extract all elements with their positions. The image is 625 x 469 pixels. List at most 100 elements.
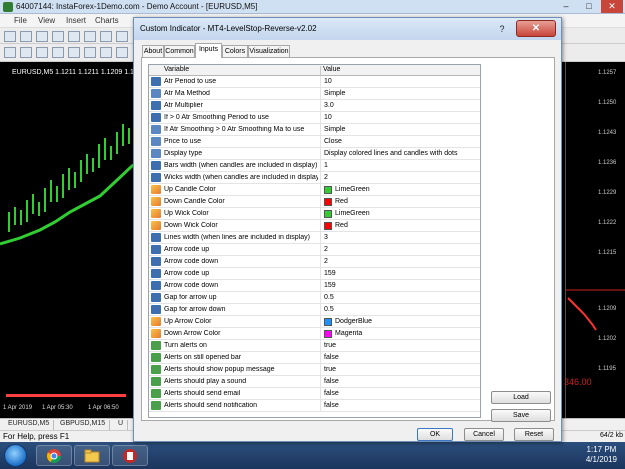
minimize-icon[interactable]: – — [555, 0, 577, 13]
start-button[interactable] — [4, 444, 27, 467]
table-row[interactable]: Up Arrow Color DodgerBlue — [149, 316, 480, 328]
value-cell[interactable]: Red — [320, 220, 480, 231]
table-row[interactable]: Alerts should send notification false — [149, 400, 480, 412]
menu-charts[interactable]: Charts — [95, 16, 119, 25]
crosshair-icon[interactable] — [20, 47, 32, 58]
trendline-icon[interactable] — [68, 47, 80, 58]
value-cell[interactable]: Red — [320, 196, 480, 207]
tab-inputs[interactable]: Inputs — [195, 43, 222, 58]
value-cell[interactable]: 159 — [320, 280, 480, 291]
value-cell[interactable]: 0.5 — [320, 292, 480, 303]
fibonacci-icon[interactable] — [100, 47, 112, 58]
value-cell[interactable]: 2 — [320, 244, 480, 255]
value-cell[interactable]: false — [320, 388, 480, 399]
value-cell[interactable]: Magenta — [320, 328, 480, 339]
tab-common[interactable]: Common — [164, 45, 195, 57]
load-button[interactable]: Load — [491, 391, 551, 404]
table-row[interactable]: Alerts should send email false — [149, 388, 480, 400]
taskbar-metatrader[interactable] — [112, 445, 148, 466]
navigator-icon[interactable] — [68, 31, 80, 42]
table-row[interactable]: Bars width (when candles are included in… — [149, 160, 480, 172]
help-icon[interactable]: ? — [491, 22, 513, 36]
value-cell[interactable]: 1 — [320, 160, 480, 171]
cancel-button[interactable]: Cancel — [464, 428, 504, 441]
value-cell[interactable]: LimeGreen — [320, 208, 480, 219]
data-window-icon[interactable] — [52, 31, 64, 42]
table-row[interactable]: Gap for arrow up 0.5 — [149, 292, 480, 304]
column-header-value[interactable]: Value — [323, 66, 340, 73]
value-cell[interactable]: 3 — [320, 232, 480, 243]
table-row[interactable]: Up Wick Color LimeGreen — [149, 208, 480, 220]
value-cell[interactable]: 2 — [320, 256, 480, 267]
value-cell[interactable]: false — [320, 352, 480, 363]
system-clock[interactable]: 1:17 PM 4/1/2019 — [586, 445, 617, 465]
tab-colors[interactable]: Colors — [222, 45, 248, 57]
table-row[interactable]: Atr Period to use 10 — [149, 76, 480, 88]
dialog-close-button[interactable]: ✕ — [516, 20, 556, 37]
table-row[interactable]: Price to use Close — [149, 136, 480, 148]
value-cell[interactable]: true — [320, 364, 480, 375]
tester-icon[interactable] — [100, 31, 112, 42]
cursor-icon[interactable] — [4, 47, 16, 58]
taskbar-explorer[interactable] — [74, 445, 110, 466]
maximize-icon[interactable]: □ — [578, 0, 600, 13]
horizontal-line-icon[interactable] — [52, 47, 64, 58]
table-row[interactable]: If > 0 Atr Smoothing Period to use 10 — [149, 112, 480, 124]
new-order-icon[interactable] — [116, 31, 128, 42]
table-row[interactable]: Down Wick Color Red — [149, 220, 480, 232]
value-cell[interactable]: 2 — [320, 172, 480, 183]
value-cell[interactable]: 3.0 — [320, 100, 480, 111]
table-row[interactable]: Display type Display colored lines and ca… — [149, 148, 480, 160]
table-row[interactable]: Gap for arrow down 0.5 — [149, 304, 480, 316]
table-row[interactable]: Lines width (when lines are included in … — [149, 232, 480, 244]
market-watch-icon[interactable] — [36, 31, 48, 42]
table-row[interactable]: Atr Multiplier 3.0 — [149, 100, 480, 112]
menu-file[interactable]: File — [14, 16, 27, 25]
chart-tab-other[interactable]: U — [114, 420, 129, 430]
table-row[interactable]: Alerts on still opened bar false — [149, 352, 480, 364]
ok-button[interactable]: OK — [417, 428, 453, 441]
taskbar-chrome[interactable] — [36, 445, 72, 466]
close-icon[interactable]: ✕ — [601, 0, 623, 13]
chart-tab-eurusd[interactable]: EURUSD,M5 — [4, 420, 55, 430]
channel-icon[interactable] — [84, 47, 96, 58]
value-cell[interactable]: true — [320, 340, 480, 351]
value-cell[interactable]: Close — [320, 136, 480, 147]
value-cell[interactable]: false — [320, 376, 480, 387]
value-cell[interactable]: false — [320, 400, 480, 411]
value-cell[interactable]: Simple — [320, 124, 480, 135]
chart-tab-gbpusd[interactable]: GBPUSD,M15 — [56, 420, 111, 430]
value-cell[interactable]: DodgerBlue — [320, 316, 480, 327]
profiles-icon[interactable] — [20, 31, 32, 42]
save-button[interactable]: Save — [491, 409, 551, 422]
dialog-titlebar[interactable]: Custom Indicator - MT4-LevelStop-Reverse… — [134, 18, 561, 40]
table-row[interactable]: Turn alerts on true — [149, 340, 480, 352]
table-row[interactable]: Alerts should show popup message true — [149, 364, 480, 376]
table-row[interactable]: Up Candle Color LimeGreen — [149, 184, 480, 196]
table-row[interactable]: Arrow code down 2 — [149, 256, 480, 268]
value-cell[interactable]: 0.5 — [320, 304, 480, 315]
table-row[interactable]: If Atr Smoothing > 0 Atr Smoothing Ma to… — [149, 124, 480, 136]
tab-visualization[interactable]: Visualization — [248, 45, 290, 57]
value-cell[interactable]: Display colored lines and candles with d… — [320, 148, 480, 159]
value-cell[interactable]: 10 — [320, 112, 480, 123]
new-chart-icon[interactable] — [4, 31, 16, 42]
table-row[interactable]: Atr Ma Method Simple — [149, 88, 480, 100]
value-cell[interactable]: 159 — [320, 268, 480, 279]
value-cell[interactable]: Simple — [320, 88, 480, 99]
table-row[interactable]: Arrow code up 2 — [149, 244, 480, 256]
menu-view[interactable]: View — [38, 16, 55, 25]
table-row[interactable]: Arrow code up 159 — [149, 268, 480, 280]
table-row[interactable]: Arrow code down 159 — [149, 280, 480, 292]
value-cell[interactable]: 10 — [320, 76, 480, 87]
menu-insert[interactable]: Insert — [66, 16, 86, 25]
terminal-icon[interactable] — [84, 31, 96, 42]
vertical-line-icon[interactable] — [36, 47, 48, 58]
tab-about[interactable]: About — [142, 45, 164, 57]
table-row[interactable]: Down Arrow Color Magenta — [149, 328, 480, 340]
table-row[interactable]: Alerts should play a sound false — [149, 376, 480, 388]
text-icon[interactable] — [116, 47, 128, 58]
value-cell[interactable]: LimeGreen — [320, 184, 480, 195]
table-row[interactable]: Down Candle Color Red — [149, 196, 480, 208]
reset-button[interactable]: Reset — [514, 428, 554, 441]
